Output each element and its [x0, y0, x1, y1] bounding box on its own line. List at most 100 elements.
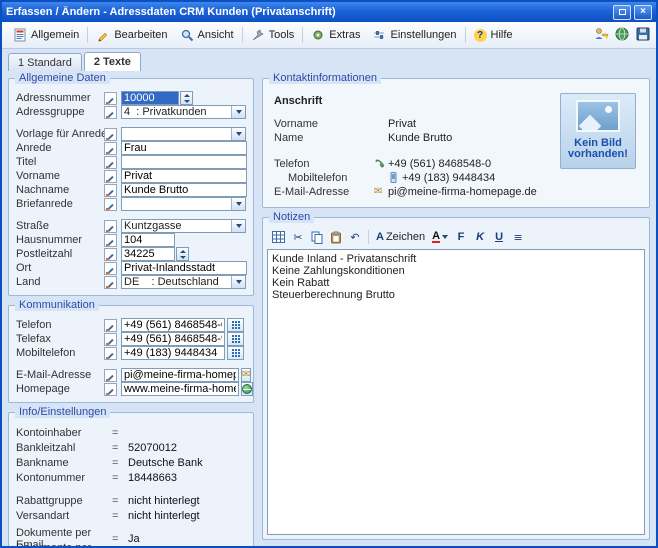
field-label: Anrede: [16, 142, 104, 154]
group-title: Kommunikation: [15, 299, 99, 311]
dial-button[interactable]: [227, 332, 244, 346]
field-label: Postleitzahl: [16, 248, 104, 260]
edit-note-icon[interactable]: [104, 142, 117, 155]
field-label: Straße: [16, 220, 104, 232]
note-line: Keine Zahlungskonditionen: [272, 265, 640, 277]
field-row-hausnummer: Hausnummer: [16, 233, 246, 247]
restore-button[interactable]: [613, 5, 631, 20]
menu-hilfe[interactable]: ? Hilfe: [468, 26, 519, 45]
edit-note-icon[interactable]: [104, 383, 117, 396]
mobile-phone-icon: [388, 172, 402, 183]
edit-note-icon[interactable]: [104, 369, 117, 382]
telefax-input[interactable]: [121, 332, 225, 346]
italic-button[interactable]: K: [471, 229, 489, 246]
underline-button[interactable]: U: [490, 229, 508, 246]
kontakt-value[interactable]: pi@meine-firma-homepage.de: [388, 186, 537, 198]
edit-note-icon[interactable]: [104, 276, 117, 289]
dial-button[interactable]: [227, 318, 244, 332]
equals-sign: =: [112, 427, 128, 439]
list-button[interactable]: ≡: [509, 229, 527, 246]
info-row-bankname: Bankname = Deutsche Bank: [16, 455, 246, 470]
menu-separator: [302, 27, 303, 43]
edit-note-icon[interactable]: [104, 198, 117, 211]
group-title: Allgemeine Daten: [15, 72, 110, 84]
mobiltelefon-input[interactable]: [121, 346, 225, 360]
menu-allgemein[interactable]: Allgemein: [7, 25, 85, 45]
titel-input[interactable]: [121, 155, 247, 169]
menu-tools[interactable]: Tools: [245, 25, 301, 45]
globe-icon[interactable]: [614, 26, 630, 45]
no-image-text-line2: vorhanden!: [568, 149, 628, 160]
edit-note-icon[interactable]: [104, 347, 117, 360]
open-homepage-button[interactable]: [241, 382, 253, 396]
info-label: Kontoinhaber: [16, 427, 112, 439]
edit-note-icon[interactable]: [104, 220, 117, 233]
land-select[interactable]: DE : Deutschland: [121, 275, 246, 289]
edit-note-icon[interactable]: [104, 156, 117, 169]
close-button[interactable]: ×: [634, 5, 652, 20]
field-label: Adressgruppe: [16, 106, 104, 118]
ort-input[interactable]: [121, 261, 247, 275]
group-title: Info/Einstellungen: [15, 406, 110, 418]
adressgruppe-select[interactable]: 4 : Privatkunden: [121, 105, 246, 119]
tab-standard[interactable]: 1 Standard: [8, 53, 82, 71]
strasse-select[interactable]: Kuntzgasse: [121, 219, 246, 233]
menu-ansicht[interactable]: Ansicht: [174, 25, 240, 45]
send-mail-button[interactable]: ✉: [241, 368, 251, 382]
notes-text-area[interactable]: Kunde Inland - Privatanschrift Keine Zah…: [267, 249, 645, 535]
menu-einstellungen[interactable]: Einstellungen: [366, 25, 462, 45]
telefon-input[interactable]: [121, 318, 225, 332]
insert-table-button[interactable]: [269, 229, 288, 246]
group-title: Notizen: [269, 211, 314, 223]
nachname-input[interactable]: [121, 183, 247, 197]
save-icon[interactable]: [635, 26, 651, 45]
globe-icon: [242, 384, 252, 394]
info-row-kontonummer: Kontonummer = 18448663: [16, 470, 246, 485]
keypad-icon: [232, 349, 240, 357]
chevron-down-icon: [442, 235, 448, 239]
edit-note-icon[interactable]: [104, 319, 117, 332]
special-characters-button[interactable]: A Zeichen: [373, 229, 428, 246]
tab-texte[interactable]: 2 Texte: [84, 52, 141, 71]
info-row-kontoinhaber: Kontoinhaber =: [16, 425, 246, 440]
main-content: Allgemeine Daten Adressnummer Adressgrup…: [2, 71, 656, 546]
postleitzahl-input[interactable]: [121, 247, 175, 261]
info-label: Bankname: [16, 457, 112, 469]
anrede-input[interactable]: [121, 141, 247, 155]
edit-note-icon[interactable]: [104, 106, 117, 119]
magnifier-icon: [180, 28, 194, 42]
keypad-icon: [232, 335, 240, 343]
bold-button[interactable]: F: [452, 229, 470, 246]
font-color-button[interactable]: A: [429, 229, 451, 246]
menu-label: Allgemein: [31, 29, 79, 41]
briefanrede-select[interactable]: [121, 197, 246, 211]
homepage-input[interactable]: [121, 382, 239, 396]
undo-button[interactable]: ↶: [346, 229, 364, 246]
dial-button[interactable]: [227, 346, 244, 360]
hausnummer-input[interactable]: [121, 233, 175, 247]
app-window: Erfassen / Ändern - Adressdaten CRM Kund…: [0, 0, 658, 548]
vorlage-anrede-select[interactable]: [121, 127, 246, 141]
spinner-control[interactable]: [180, 91, 193, 105]
email-input[interactable]: [121, 368, 239, 382]
edit-note-icon[interactable]: [104, 248, 117, 261]
edit-note-icon[interactable]: [104, 128, 117, 141]
field-row-adressnummer: Adressnummer: [16, 91, 246, 105]
spinner-control[interactable]: [176, 247, 189, 261]
paste-button[interactable]: [327, 229, 345, 246]
edit-note-icon[interactable]: [104, 184, 117, 197]
edit-note-icon[interactable]: [104, 234, 117, 247]
user-key-icon[interactable]: [593, 26, 609, 45]
vorname-input[interactable]: [121, 169, 247, 183]
adressnummer-input[interactable]: [121, 91, 179, 105]
menu-label: Extras: [329, 29, 360, 41]
edit-note-icon[interactable]: [104, 170, 117, 183]
edit-note-icon[interactable]: [104, 262, 117, 275]
edit-note-icon[interactable]: [104, 333, 117, 346]
cut-button[interactable]: ✂: [289, 229, 307, 246]
copy-button[interactable]: [308, 229, 326, 246]
menu-extras[interactable]: Extras: [305, 25, 366, 45]
menu-bearbeiten[interactable]: Bearbeiten: [90, 25, 173, 45]
kontakt-label: Name: [274, 132, 374, 144]
edit-note-icon[interactable]: [104, 92, 117, 105]
